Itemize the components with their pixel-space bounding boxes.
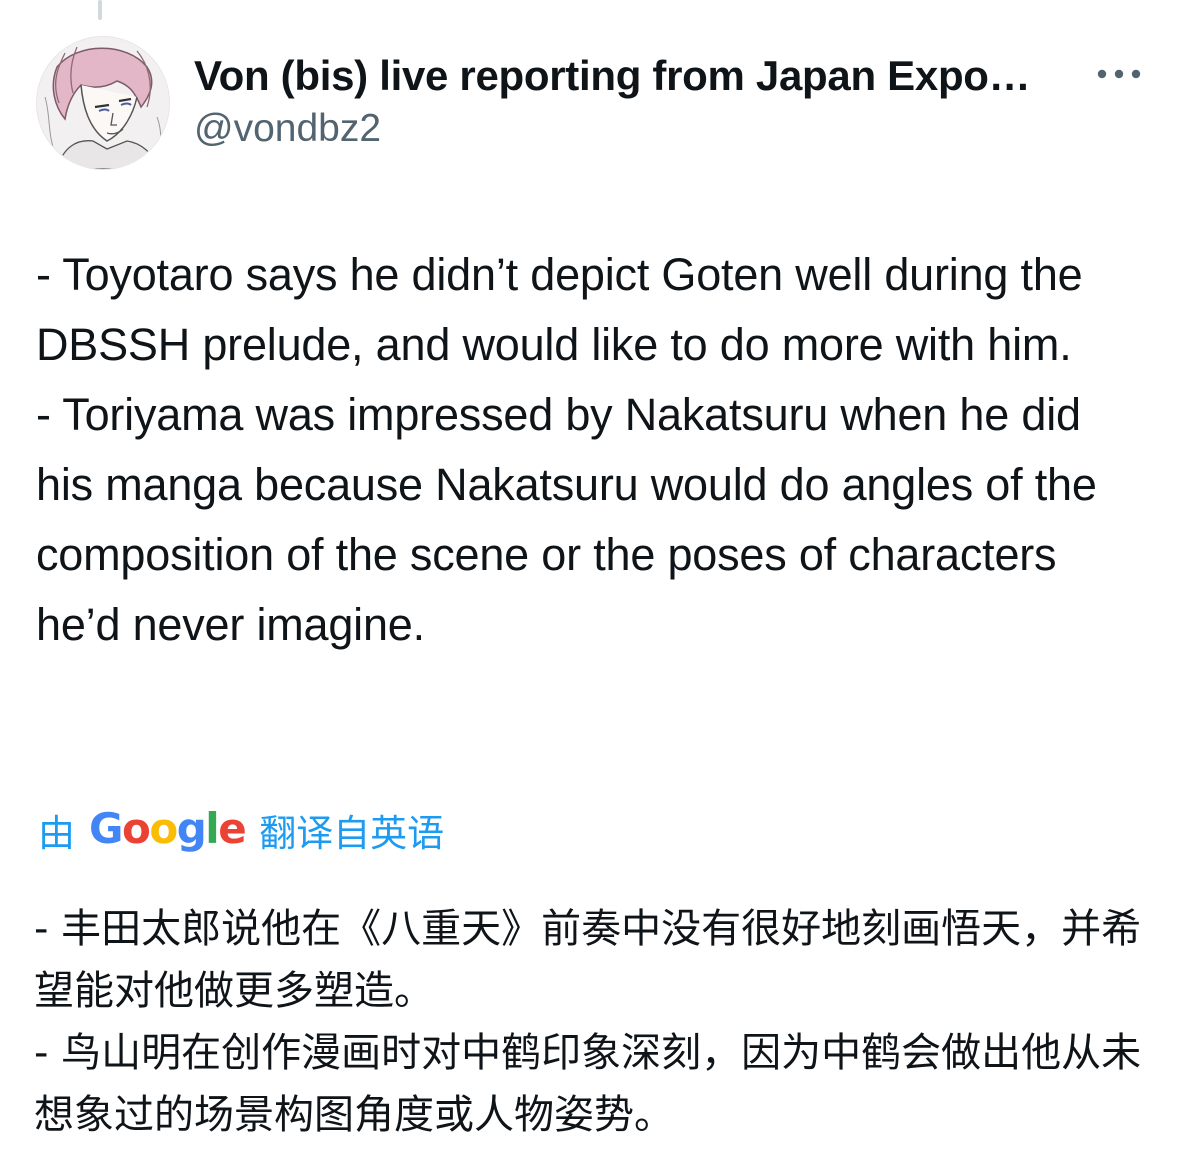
translation-prefix: 由 — [38, 813, 75, 854]
more-options-icon — [1097, 69, 1141, 79]
author-display-name[interactable]: Von (bis) live reporting from Japan Expo… — [194, 48, 1074, 104]
translated-paragraph: - 丰田太郎说他在《八重天》前奏中没有很好地刻画悟天，并希望能对他做更多塑造。 — [34, 906, 1142, 1014]
translation-suffix: 翻译自英语 — [259, 813, 445, 854]
tweet-paragraph: - Toyotaro says he didn’t depict Goten w… — [36, 249, 1083, 370]
author-avatar[interactable] — [36, 36, 170, 170]
author-handle[interactable]: @vondbz2 — [194, 103, 381, 155]
more-options-button[interactable] — [1092, 56, 1146, 92]
translated-paragraph: - 鸟山明在创作漫画时对中鹤印象深刻，因为中鹤会做出他从未想象过的场景构图角度或… — [34, 1030, 1142, 1138]
thread-connector-line — [98, 0, 102, 20]
tweet-paragraph: - Toriyama was impressed by Nakatsuru wh… — [36, 389, 1097, 650]
avatar-illustration-icon — [37, 37, 169, 169]
google-logo: Google — [89, 803, 247, 853]
tweet-text: - Toyotaro says he didn’t depict Goten w… — [36, 240, 1146, 660]
translation-attribution-link[interactable]: 由 Google 翻译自英语 — [38, 800, 444, 860]
translated-text: - 丰田太郎说他在《八重天》前奏中没有很好地刻画悟天，并希望能对他做更多塑造。 … — [34, 898, 1146, 1146]
